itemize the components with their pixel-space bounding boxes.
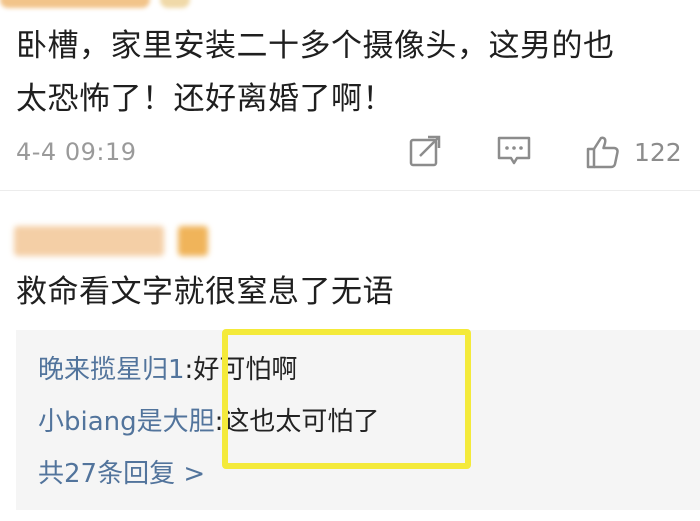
reply-item[interactable]: 小biang是大胆:这也太可怕了 — [38, 402, 379, 442]
post-text-line-2: 太恐怖了！还好离婚了啊！ — [16, 81, 394, 117]
post-text-line-1: 卧槽，家里安装二十多个摄像头，这男的也 — [16, 28, 615, 64]
comment-text: 救命看文字就很窒息了无语 — [16, 274, 394, 310]
reply-text: 好可怕啊 — [193, 355, 298, 385]
share-icon[interactable] — [408, 134, 442, 172]
cropped-username-blur — [0, 0, 700, 14]
like-count: 122 — [634, 138, 682, 167]
reply-preview-box[interactable]: 晚来揽星归1:好可怕啊 小biang是大胆:这也太可怕了 共27条回复 > — [16, 330, 700, 510]
comment-icon[interactable] — [496, 134, 532, 172]
reply-item[interactable]: 晚来揽星归1:好可怕啊 — [38, 350, 297, 390]
view-more-replies-link[interactable]: 共27条回复 > — [38, 454, 205, 494]
post-timestamp: 4-4 09:19 — [16, 138, 137, 166]
reply-username[interactable]: 小biang是大胆 — [38, 407, 215, 437]
post-text: 卧槽，家里安装二十多个摄像头，这男的也 太恐怖了！还好离婚了啊！ — [16, 20, 686, 126]
commenter-name-blur — [14, 226, 164, 256]
reply-separator: : — [184, 355, 194, 385]
reply-username[interactable]: 晚来揽星归1 — [38, 355, 185, 385]
thumbs-up-icon[interactable] — [584, 134, 620, 174]
post-action-bar: 4-4 09:19 122 — [0, 128, 700, 176]
divider — [0, 190, 700, 191]
reply-text: 这也太可怕了 — [223, 407, 380, 437]
weibo-comment-screen: 卧槽，家里安装二十多个摄像头，这男的也 太恐怖了！还好离婚了啊！ 4-4 09:… — [0, 0, 700, 521]
commenter-badge-blur — [178, 226, 208, 256]
